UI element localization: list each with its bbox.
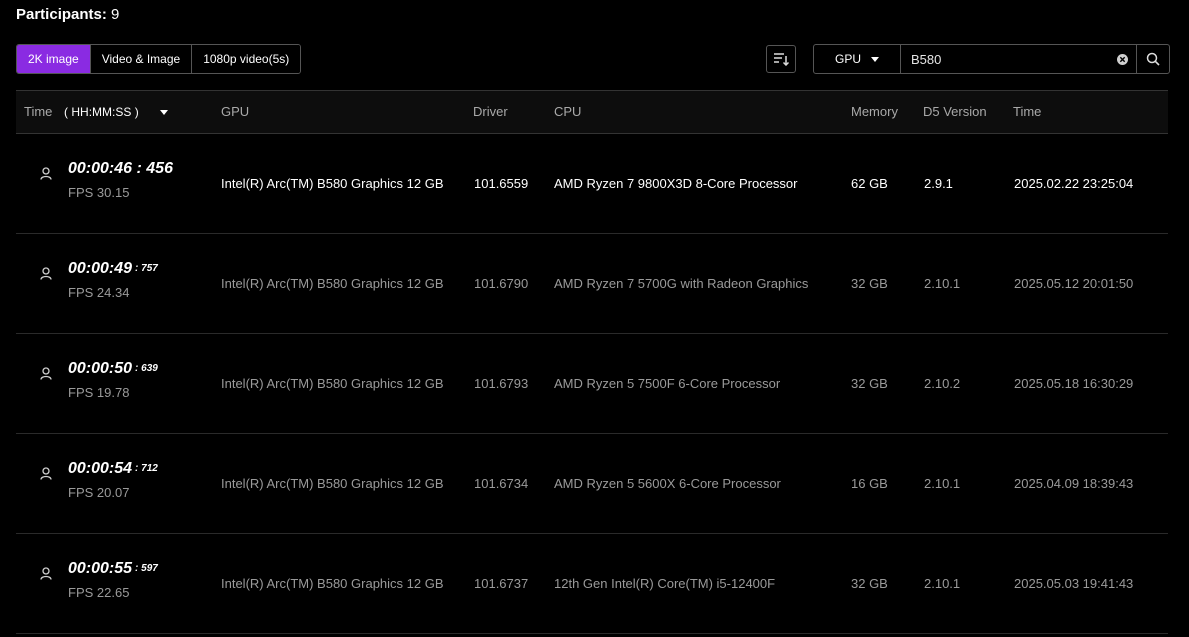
user-icon — [40, 367, 52, 380]
run-time-value: 00:00:55 — [68, 560, 133, 577]
filter-select-value: GPU — [834, 52, 861, 66]
memory-cell: 16 GB — [851, 476, 888, 491]
d5-version-cell: 2.10.1 — [924, 476, 961, 491]
column-header-time-label: Time — [24, 104, 53, 119]
column-header-memory: Memory — [851, 104, 898, 119]
column-header-driver: Driver — [473, 104, 508, 119]
column-header-gpu: GPU — [221, 104, 250, 119]
date-cell: 2025.05.12 20:01:50 — [1014, 276, 1134, 291]
run-time-value: 00:00:49 — [68, 260, 133, 277]
date-cell: 2025.05.03 19:41:43 — [1014, 576, 1134, 591]
run-time-ms: : 639 — [135, 363, 158, 374]
table-row[interactable]: 00:00:46 : 456 FPS 30.15 Intel(R) Arc(TM… — [16, 134, 1168, 234]
column-header-date: Time — [1013, 104, 1042, 119]
table-row[interactable]: 00:00:55: 597 FPS 22.65 Intel(R) Arc(TM)… — [16, 534, 1168, 634]
table-row[interactable]: 00:00:50: 639 FPS 19.78 Intel(R) Arc(TM)… — [16, 334, 1168, 434]
cpu-cell: AMD Ryzen 5 5600X 6-Core Processor — [554, 476, 781, 491]
run-time-ms: : 456 — [136, 160, 173, 177]
user-icon — [40, 467, 52, 480]
date-cell: 2025.04.09 18:39:43 — [1014, 476, 1134, 491]
time-format-label: ( HH:MM:SS ) — [64, 105, 139, 119]
run-time-value: 00:00:54 — [68, 460, 133, 477]
cpu-cell: AMD Ryzen 5 7500F 6-Core Processor — [554, 376, 781, 391]
tab-2k-image[interactable]: 2K image — [17, 45, 91, 73]
run-time: 00:00:50: 639 FPS 19.78 — [68, 359, 158, 401]
search-bar: GPU — [813, 44, 1170, 74]
d5-version-cell: 2.10.2 — [924, 376, 961, 391]
participants-summary: Participants: 9 — [16, 6, 119, 23]
run-time: 00:00:46 : 456 FPS 30.15 — [68, 159, 173, 201]
d5-version-cell: 2.9.1 — [924, 176, 953, 191]
tab-video-and-image[interactable]: Video & Image — [90, 45, 193, 73]
d5-version-cell: 2.10.1 — [924, 276, 961, 291]
driver-cell: 101.6734 — [474, 476, 529, 491]
search-icon — [1146, 52, 1160, 66]
clear-button[interactable] — [1108, 45, 1136, 73]
participants-label: Participants: — [16, 6, 107, 23]
sort-icon — [774, 53, 789, 66]
run-time: 00:00:49: 757 FPS 24.34 — [68, 259, 158, 301]
filter-select[interactable]: GPU — [814, 45, 901, 73]
driver-cell: 101.6793 — [474, 376, 529, 391]
fps-value: FPS 30.15 — [68, 185, 130, 200]
run-time-ms: : 712 — [135, 463, 158, 474]
driver-cell: 101.6737 — [474, 576, 529, 591]
chevron-down-icon — [160, 110, 169, 116]
d5-version-cell: 2.10.1 — [924, 576, 961, 591]
run-time-ms: : 757 — [135, 263, 158, 274]
driver-cell: 101.6559 — [474, 176, 529, 191]
gpu-cell: Intel(R) Arc(TM) B580 Graphics 12 GB — [221, 576, 444, 591]
benchmark-tabs: 2K image Video & Image 1080p video(5s) — [16, 44, 302, 74]
run-time-value: 00:00:46 — [68, 160, 133, 177]
user-icon — [40, 567, 52, 580]
gpu-cell: Intel(R) Arc(TM) B580 Graphics 12 GB — [221, 176, 444, 191]
table-row[interactable]: 00:00:54: 712 FPS 20.07 Intel(R) Arc(TM)… — [16, 434, 1168, 534]
column-header-time[interactable]: Time ( HH:MM:SS ) — [24, 91, 169, 133]
memory-cell: 62 GB — [851, 176, 888, 191]
run-time: 00:00:54: 712 FPS 20.07 — [68, 459, 158, 501]
memory-cell: 32 GB — [851, 576, 888, 591]
clear-icon — [1116, 53, 1128, 65]
user-icon — [40, 167, 52, 180]
chevron-down-icon — [871, 56, 879, 62]
date-cell: 2025.05.18 16:30:29 — [1014, 376, 1134, 391]
driver-cell: 101.6790 — [474, 276, 529, 291]
user-icon — [40, 267, 52, 280]
fps-value: FPS 20.07 — [68, 485, 130, 500]
sort-button[interactable] — [766, 45, 796, 73]
gpu-cell: Intel(R) Arc(TM) B580 Graphics 12 GB — [221, 276, 444, 291]
cpu-cell: AMD Ryzen 7 5700G with Radeon Graphics — [554, 276, 809, 291]
column-header-cpu: CPU — [554, 104, 582, 119]
column-header-d5-version: D5 Version — [923, 104, 987, 119]
search-input[interactable] — [901, 45, 1108, 73]
fps-value: FPS 22.65 — [68, 585, 130, 600]
run-time: 00:00:55: 597 FPS 22.65 — [68, 559, 158, 601]
tab-1080p-video[interactable]: 1080p video(5s) — [192, 45, 301, 73]
run-time-value: 00:00:50 — [68, 360, 133, 377]
date-cell: 2025.02.22 23:25:04 — [1014, 176, 1134, 191]
memory-cell: 32 GB — [851, 376, 888, 391]
search-button[interactable] — [1136, 45, 1169, 73]
participants-count: 9 — [111, 6, 120, 23]
table-header: Time ( HH:MM:SS ) GPU Driver CPU Memory … — [16, 90, 1168, 134]
memory-cell: 32 GB — [851, 276, 888, 291]
fps-value: FPS 24.34 — [68, 285, 130, 300]
gpu-cell: Intel(R) Arc(TM) B580 Graphics 12 GB — [221, 476, 444, 491]
fps-value: FPS 19.78 — [68, 385, 130, 400]
cpu-cell: 12th Gen Intel(R) Core(TM) i5-12400F — [554, 576, 776, 591]
table-row[interactable]: 00:00:49: 757 FPS 24.34 Intel(R) Arc(TM)… — [16, 234, 1168, 334]
run-time-ms: : 597 — [135, 563, 158, 574]
results-table: Time ( HH:MM:SS ) GPU Driver CPU Memory … — [16, 90, 1168, 634]
cpu-cell: AMD Ryzen 7 9800X3D 8-Core Processor — [554, 176, 798, 191]
gpu-cell: Intel(R) Arc(TM) B580 Graphics 12 GB — [221, 376, 444, 391]
